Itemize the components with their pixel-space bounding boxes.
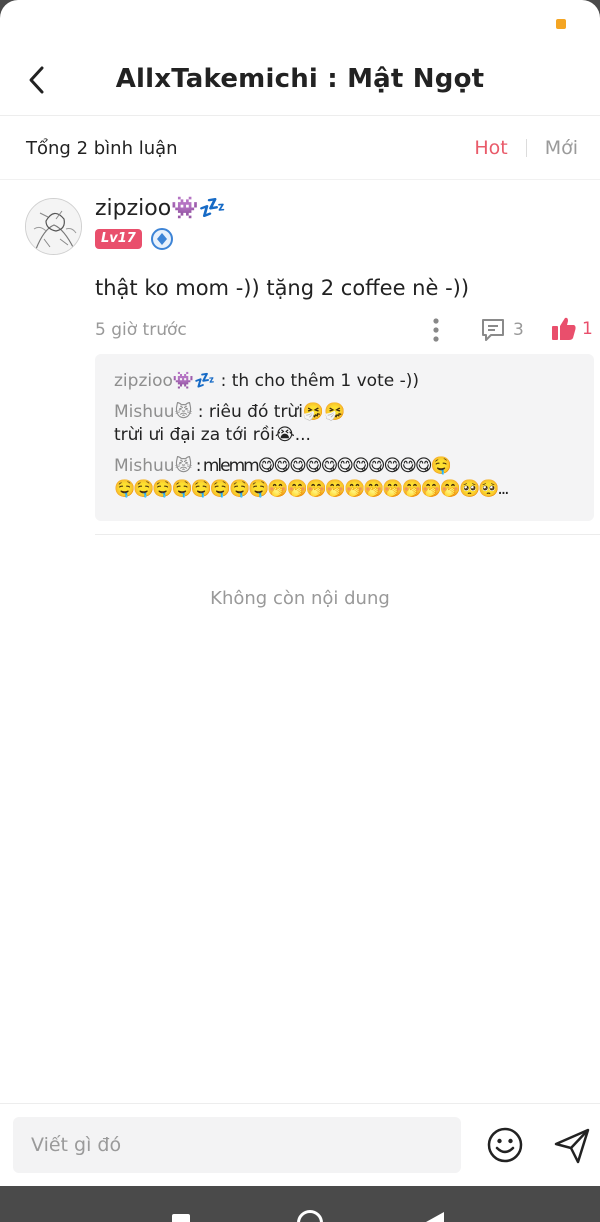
system-nav-bar <box>0 1186 600 1222</box>
more-options-button[interactable] <box>426 317 446 343</box>
thumbs-up-icon <box>552 317 576 340</box>
comment-sheet: AllxTakemichi : Mật Ngọt Tổng 2 bình luậ… <box>0 0 600 1186</box>
header: AllxTakemichi : Mật Ngọt <box>0 44 600 116</box>
back-triangle-icon[interactable] <box>426 1212 444 1222</box>
end-of-content-text: Không còn nội dung <box>210 588 390 609</box>
reply-item: Mishuu😾 : riêu đó trừi🤧🤧 trừi ưi đại za … <box>114 401 576 447</box>
reply-text-continued: trừi ưi đại za tới rồi😭... <box>114 425 311 445</box>
comment-input[interactable] <box>13 1117 461 1173</box>
reply-item: zipzioo👾💤 : th cho thêm 1 vote -)) <box>114 370 576 393</box>
comment-toolbar: Tổng 2 bình luận Hot Mới <box>0 117 600 180</box>
diamond-badge-icon <box>150 228 173 250</box>
page-title: AllxTakemichi : Mật Ngọt <box>115 64 485 94</box>
sort-new-tab[interactable]: Mới <box>545 137 578 159</box>
like-button[interactable]: 1 <box>551 316 593 342</box>
chevron-left-icon <box>29 66 44 94</box>
notification-dot <box>556 19 566 29</box>
reply-text-continued: 🤤🤤🤤🤤🤤🤤🤤🤤🤭🤭🤭🤭🤭🤭🤭🤭🤭🤭🥺🥺... <box>114 479 510 499</box>
reply-button[interactable]: 3 <box>480 317 524 343</box>
emoji-button[interactable] <box>486 1126 524 1164</box>
avatar[interactable] <box>25 198 82 255</box>
comment-input-bar <box>0 1103 600 1186</box>
sort-hot-tab[interactable]: Hot <box>474 137 507 159</box>
sort-divider <box>525 139 527 157</box>
comment-username[interactable]: zipzioo👾💤 <box>95 196 226 221</box>
send-icon <box>554 1128 590 1164</box>
avatar-sketch-image <box>26 199 81 254</box>
comment-divider <box>95 534 600 535</box>
reply-item: Mishuu😾 : mlemm😋😋😋😋😋😋😋😋😋😋😋🤤 🤤🤤🤤🤤🤤🤤🤤🤤🤭🤭🤭🤭… <box>114 455 576 501</box>
smiley-icon <box>487 1127 523 1163</box>
reply-author: Mishuu😾 <box>114 456 193 476</box>
reply-text: : riêu đó trừi🤧🤧 <box>192 402 346 422</box>
send-button[interactable] <box>552 1126 592 1166</box>
comment-total: Tổng 2 bình luận <box>26 138 178 159</box>
reply-text: : th cho thêm 1 vote -)) <box>215 371 420 391</box>
reply-count: 3 <box>513 320 524 340</box>
level-badge: Lv17 <box>95 229 142 249</box>
recent-apps-icon[interactable] <box>172 1214 190 1222</box>
comment-text: thật ko mom -)) tặng 2 coffee nè -)) <box>95 276 470 300</box>
comment-time: 5 giờ trước <box>95 320 187 340</box>
reply-text: : mlemm😋😋😋😋😋😋😋😋😋😋😋🤤 <box>192 456 452 476</box>
comment-icon <box>482 319 504 341</box>
sort-tabs: Hot Mới <box>474 137 578 159</box>
back-button[interactable] <box>20 62 52 98</box>
replies-box[interactable]: zipzioo👾💤 : th cho thêm 1 vote -)) Mishu… <box>95 354 594 521</box>
home-icon[interactable] <box>297 1210 323 1222</box>
like-count: 1 <box>582 319 593 339</box>
user-badges: Lv17 <box>95 228 173 250</box>
more-vertical-icon <box>433 318 439 342</box>
reply-author: Mishuu😾 <box>114 402 193 422</box>
reply-author: zipzioo👾💤 <box>114 371 216 391</box>
